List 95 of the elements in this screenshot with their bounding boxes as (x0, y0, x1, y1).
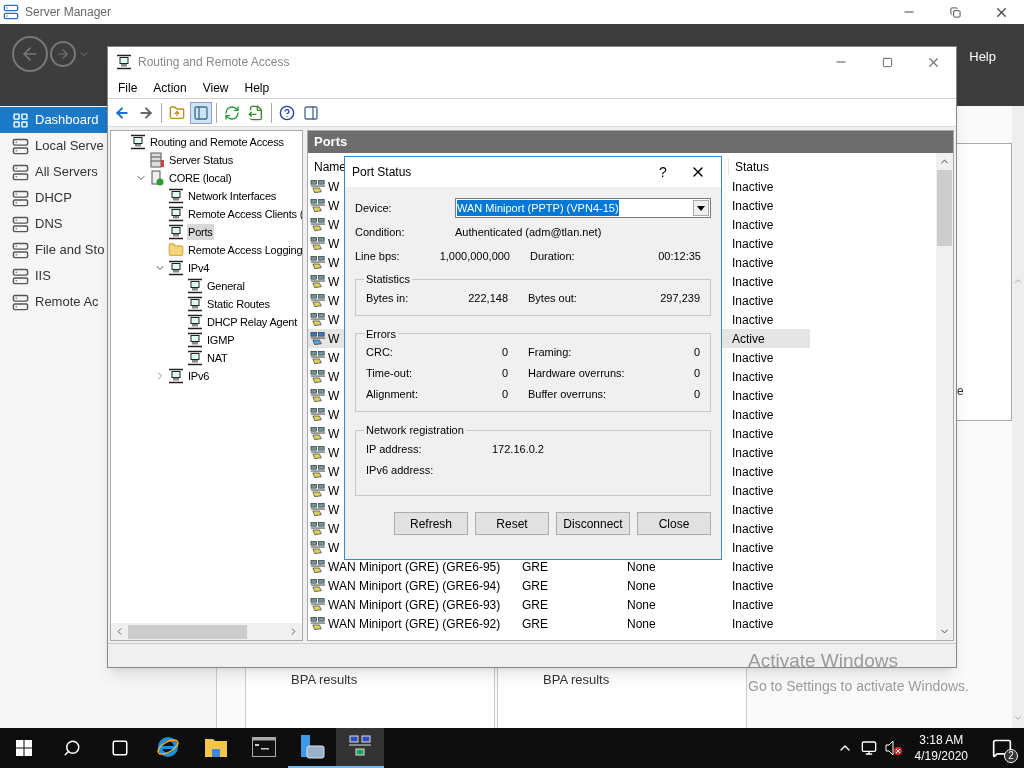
field-label: Buffer overruns: (528, 387, 608, 403)
group-title: Network registration (365, 423, 465, 438)
window-title: Server Manager (25, 4, 112, 21)
port-name: W (328, 178, 340, 196)
port-name: W (328, 254, 340, 272)
field-value: 0 (500, 387, 508, 403)
port-status: Inactive (732, 388, 774, 403)
port-name: W (328, 216, 340, 234)
pane-header: Ports (308, 131, 953, 153)
port-type: GRE (522, 597, 548, 612)
tile-title: BPA results (543, 672, 610, 687)
port-name: W (328, 311, 340, 329)
port-status: Inactive (732, 483, 774, 498)
field-label: Bytes in: (366, 290, 410, 306)
port-name: W (328, 273, 340, 291)
group-title: Errors (365, 326, 397, 342)
port-status: Inactive (732, 217, 774, 232)
field-label: Device: (355, 200, 393, 216)
port-status: Inactive (732, 559, 774, 574)
port-type: GRE (522, 616, 548, 631)
notification-badge: 2 (1004, 749, 1018, 763)
field-label: Condition: (355, 224, 406, 240)
port-name: W (328, 330, 340, 348)
port-name: WAN Miniport (GRE) (GRE6-92) (328, 615, 501, 633)
field-label: Bytes out: (528, 290, 578, 306)
port-name: W (328, 387, 340, 405)
line-speed-value: 1,000,000,000 (438, 248, 510, 264)
port-name: W (328, 444, 340, 462)
port-status: Inactive (732, 255, 774, 270)
port-name: W (328, 292, 340, 310)
port-name: W (328, 482, 340, 500)
field-label: Framing: (528, 345, 573, 361)
tile-text: e (957, 383, 964, 400)
field-label: Time-out: (366, 366, 414, 382)
field-value: 0 (500, 345, 508, 361)
dialog-title: Port Status (352, 164, 412, 181)
port-name: W (328, 406, 340, 424)
port-name: W (328, 235, 340, 253)
port-status: Inactive (732, 597, 774, 612)
port-name: W (328, 463, 340, 481)
port-status: Inactive (732, 274, 774, 289)
port-name: W (328, 368, 340, 386)
field-label: Hardware overruns: (528, 366, 626, 382)
field-label: Line bps: (355, 248, 401, 264)
port-status: Inactive (732, 236, 774, 251)
duration-value: 00:12:35 (658, 248, 701, 264)
tile-title: BPA results (291, 672, 358, 687)
field-value: 0 (693, 345, 700, 361)
port-name: W (328, 349, 340, 367)
port-name: WAN Miniport (GRE) (GRE6-94) (328, 577, 501, 595)
field-value: 0 (693, 387, 700, 403)
port-device: None (627, 559, 656, 574)
port-status: Inactive (732, 616, 774, 631)
field-value: 172.16.0.2 (492, 441, 544, 457)
activation-title: Activate Windows (748, 649, 899, 673)
port-name: WAN Miniport (GRE) (GRE6-95) (328, 558, 501, 576)
field-value: 0 (500, 366, 508, 382)
port-device: None (627, 597, 656, 612)
field-value: 222,148 (467, 290, 508, 306)
window-title: Routing and Remote Access (138, 54, 290, 71)
port-device: None (627, 616, 656, 631)
port-status: Inactive (732, 521, 774, 536)
field-label: Duration: (530, 248, 576, 264)
port-status: Inactive (732, 578, 774, 593)
port-status: Inactive (732, 198, 774, 213)
port-name: W (328, 501, 340, 519)
field-label: CRC: (366, 345, 394, 361)
port-status: Active (732, 331, 765, 346)
group-title: Statistics (365, 272, 411, 287)
port-name: W (328, 197, 340, 215)
port-status: Inactive (732, 293, 774, 308)
port-name: W (328, 425, 340, 443)
port-status: Inactive (732, 502, 774, 517)
port-device: None (627, 578, 656, 593)
port-status: Inactive (732, 445, 774, 460)
field-label: Alignment: (366, 387, 419, 403)
port-status: Inactive (732, 350, 774, 365)
port-type: GRE (522, 578, 548, 593)
port-name: WAN Miniport (GRE) (GRE6-93) (328, 596, 501, 614)
field-label: IPv6 address: (366, 462, 435, 478)
port-status: Inactive (732, 369, 774, 384)
port-type: GRE (522, 559, 548, 574)
port-status: Inactive (732, 464, 774, 479)
field-label: IP address: (366, 441, 423, 457)
port-status: Inactive (732, 407, 774, 422)
port-status: Inactive (732, 312, 774, 327)
port-status: Inactive (732, 179, 774, 194)
port-name: W (328, 520, 340, 538)
condition-value: Authenticated (adm@tlan.net) (455, 224, 602, 240)
activation-text: Go to Settings to activate Windows. (748, 677, 969, 696)
port-name: W (328, 539, 340, 557)
port-status: Inactive (732, 540, 774, 555)
field-value: 297,239 (660, 290, 700, 306)
field-value: 0 (693, 366, 700, 382)
port-status: Inactive (732, 426, 774, 441)
